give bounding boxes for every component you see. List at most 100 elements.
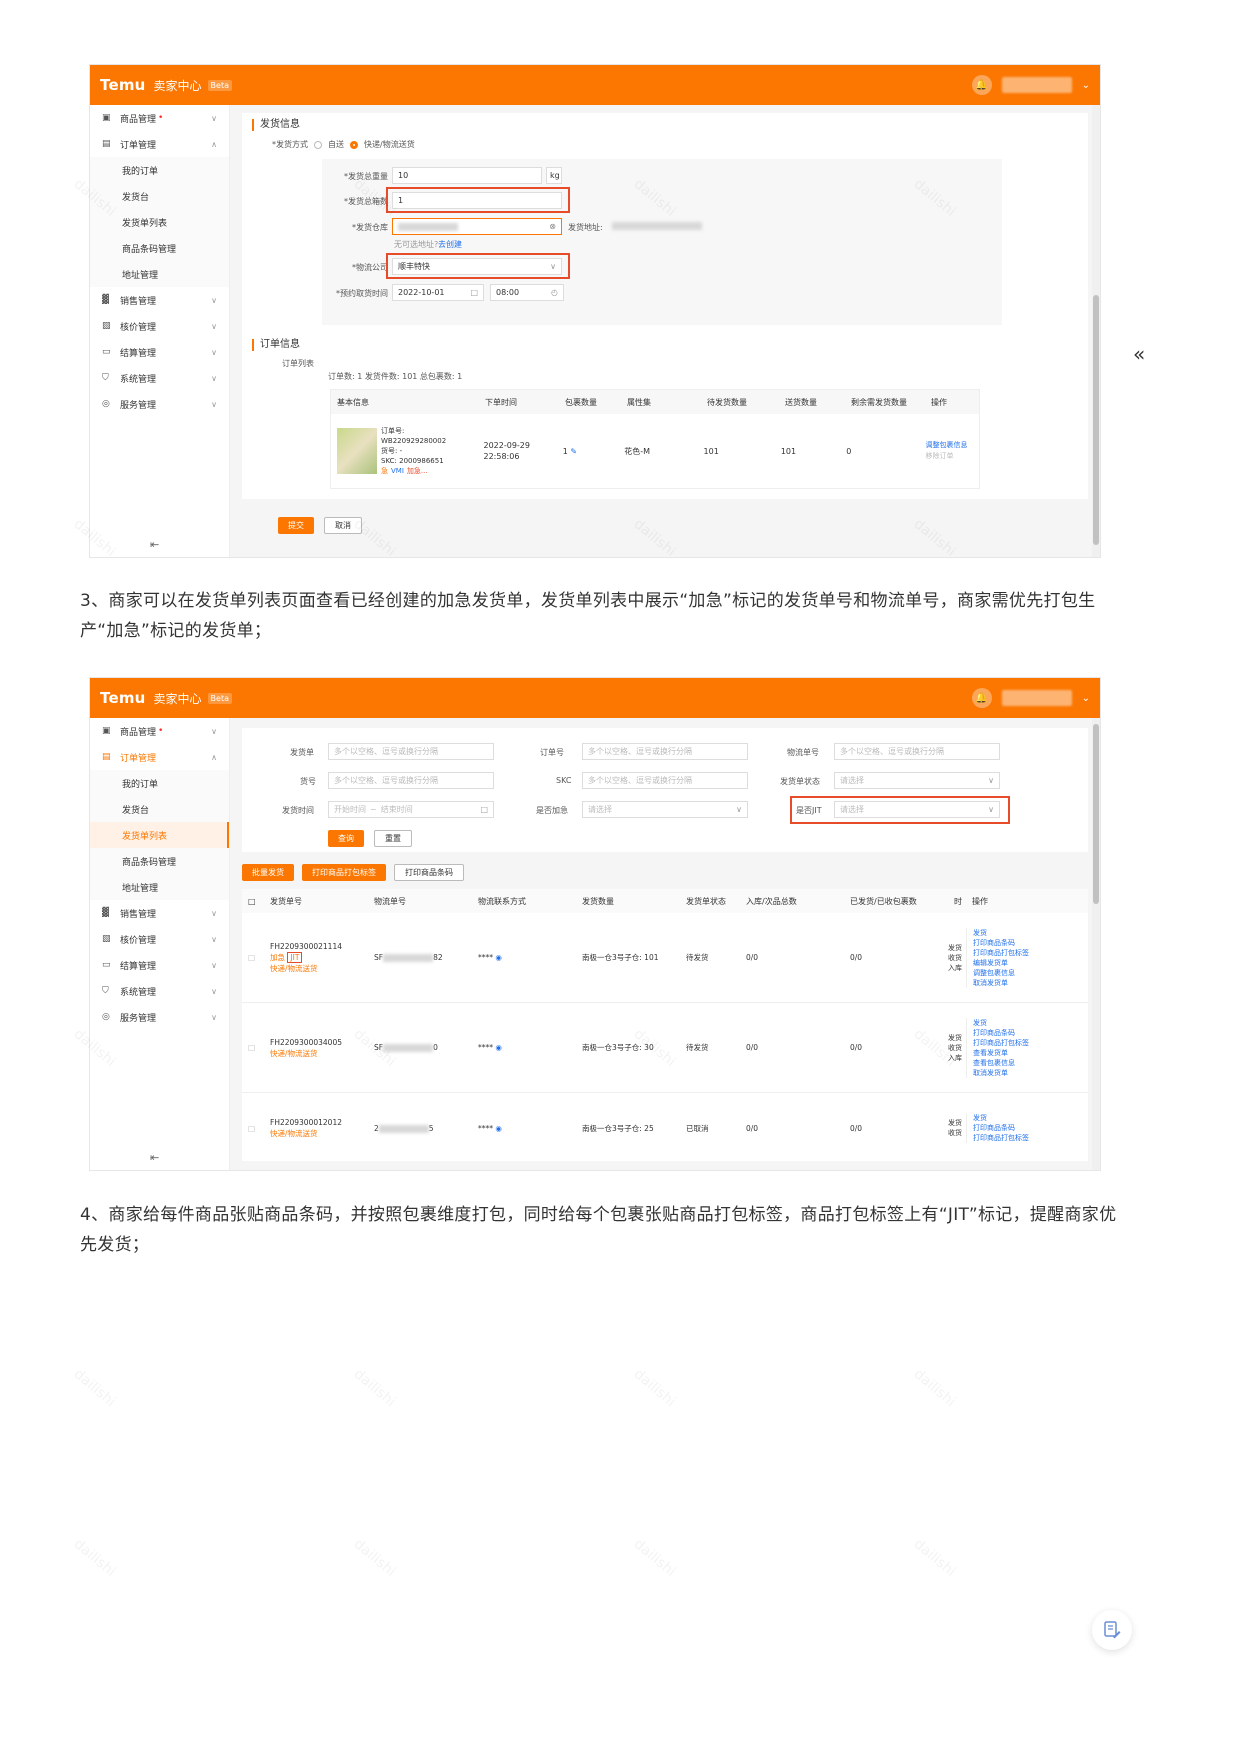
create-address-link[interactable]: 去创建 <box>438 239 462 250</box>
sidebar-sub-ship-desk[interactable]: 发货台 <box>90 183 229 209</box>
query-button[interactable]: 查询 <box>328 830 364 847</box>
filter-goods-no-input[interactable]: 多个以空格、逗号或换行分隔 <box>328 772 494 789</box>
op-print-barcode[interactable]: 打印商品条码 <box>973 1123 1036 1133</box>
inbound-total: 0/0 <box>746 953 759 962</box>
op-print-pkg-label[interactable]: 打印商品打包标签 <box>973 1038 1036 1048</box>
user-account[interactable] <box>1001 77 1072 93</box>
pickup-time-input[interactable]: 08:00 ◴ <box>490 284 564 301</box>
collapse-panel-icon[interactable]: « <box>1133 342 1145 366</box>
filter-status-select[interactable]: 请选择 ∨ <box>834 772 1000 789</box>
reset-button[interactable]: 重置 <box>374 830 412 847</box>
sidebar-sub-barcode[interactable]: 商品条码管理 <box>90 848 229 874</box>
sidebar-item-settle[interactable]: ▭ 结算管理 ∨ <box>90 952 229 978</box>
op-view[interactable]: 查看发货单 <box>973 1048 1036 1058</box>
op-edit[interactable]: 编辑发货单 <box>973 958 1036 968</box>
sidebar-item-sales[interactable]: ▓ 销售管理 ∨ <box>90 287 229 313</box>
batch-ship-button[interactable]: 批量发货 <box>242 864 294 881</box>
scrollbar[interactable] <box>1092 105 1100 557</box>
time-label: 收货 <box>948 953 962 962</box>
edit-icon[interactable]: ✎ <box>570 447 577 456</box>
sidebar-collapse-icon[interactable]: ⇤ <box>150 1151 159 1164</box>
filter-ship-time-range[interactable]: 开始时间 ~ 结束时间 □ <box>328 801 494 818</box>
eye-icon[interactable]: ◉ <box>495 953 502 962</box>
radio-express[interactable] <box>350 140 358 149</box>
op-ship[interactable]: 发货 <box>973 1018 1036 1028</box>
sidebar-sub-my-orders[interactable]: 我的订单 <box>90 157 229 183</box>
user-account[interactable] <box>1001 690 1072 706</box>
op-ship[interactable]: 发货 <box>973 1113 1036 1123</box>
scrollbar-thumb[interactable] <box>1093 724 1099 904</box>
brand-logo[interactable]: Temu <box>100 76 146 94</box>
filter-skc-input[interactable]: 多个以空格、逗号或换行分隔 <box>582 772 748 789</box>
adjust-package-link[interactable]: 调整包裹信息 <box>926 440 973 451</box>
radio-self[interactable] <box>314 140 322 149</box>
filter-urgent-select[interactable]: 请选择 ∨ <box>582 801 748 818</box>
select-all-checkbox[interactable]: □ <box>242 897 264 906</box>
op-print-pkg-label[interactable]: 打印商品打包标签 <box>973 1133 1036 1143</box>
clear-icon[interactable]: ⊗ <box>549 222 556 231</box>
op-print-pkg-label[interactable]: 打印商品打包标签 <box>973 948 1036 958</box>
calendar-icon: □ <box>470 288 478 297</box>
remove-order-link[interactable]: 移除订单 <box>926 451 973 462</box>
filter-logistics-no-input[interactable]: 多个以空格、逗号或换行分隔 <box>834 743 1000 760</box>
screenshot-ship-form: Temu 卖家中心 Beta 🔔 ⌄ ▣ 商品管理 • ∨ ▤ 订单管理 ∧ 我的订单 发… <box>89 64 1101 558</box>
op-ship[interactable]: 发货 <box>973 928 1036 938</box>
sidebar-item-system[interactable]: ⛉ 系统管理 ∨ <box>90 978 229 1004</box>
op-cancel[interactable]: 取消发货单 <box>973 1068 1036 1078</box>
beta-badge: Beta <box>207 692 232 704</box>
row-checkbox[interactable]: □ <box>242 1043 264 1052</box>
pickup-date-input[interactable]: 2022-10-01 □ <box>392 284 484 301</box>
print-pkg-label-button[interactable]: 打印商品打包标签 <box>302 864 386 881</box>
warehouse-select[interactable]: ⊗ <box>392 218 562 235</box>
col-time: 时 <box>954 896 962 906</box>
col-status: 发货单状态 <box>686 896 726 906</box>
row-checkbox[interactable]: □ <box>242 953 264 962</box>
sidebar-item-order[interactable]: ▤ 订单管理 ∧ <box>90 744 229 770</box>
eye-icon[interactable]: ◉ <box>495 1043 502 1052</box>
filter-order-no-input[interactable]: 多个以空格、逗号或换行分隔 <box>582 743 748 760</box>
sidebar-item-settle[interactable]: ▭ 结算管理 ∨ <box>90 339 229 365</box>
brand-logo[interactable]: Temu <box>100 689 146 707</box>
sidebar-sub-address[interactable]: 地址管理 <box>90 874 229 900</box>
chevron-down-icon[interactable]: ⌄ <box>1082 80 1090 91</box>
sidebar-sub-barcode[interactable]: 商品条码管理 <box>90 235 229 261</box>
feedback-button[interactable] <box>1092 1610 1132 1650</box>
op-cancel[interactable]: 取消发货单 <box>973 978 1036 988</box>
sidebar-item-goods[interactable]: ▣ 商品管理 • ∨ <box>90 105 229 131</box>
sidebar-item-sales[interactable]: ▓ 销售管理 ∨ <box>90 900 229 926</box>
sidebar-item-order[interactable]: ▤ 订单管理 ∧ <box>90 131 229 157</box>
total-weight-input[interactable]: 10 <box>392 167 542 184</box>
sidebar-sub-ship-list[interactable]: 发货单列表 <box>90 209 229 235</box>
op-adjust-pkg[interactable]: 调整包裹信息 <box>973 968 1036 978</box>
attr-value: 花色-M <box>624 446 651 456</box>
sidebar-sub-ship-list[interactable]: 发货单列表 <box>90 822 229 848</box>
eye-icon[interactable]: ◉ <box>495 1124 502 1133</box>
sidebar-item-service[interactable]: ◎ 服务管理 ∨ <box>90 1004 229 1030</box>
op-print-barcode[interactable]: 打印商品条码 <box>973 938 1036 948</box>
sidebar: ▣ 商品管理 • ∨ ▤ 订单管理 ∧ 我的订单 发货台 发货单列表 商品条码管理 地址管… <box>90 718 230 1170</box>
bell-icon[interactable]: 🔔 <box>971 75 992 95</box>
sidebar-item-price[interactable]: ▧ 核价管理 ∨ <box>90 313 229 339</box>
op-print-barcode[interactable]: 打印商品条码 <box>973 1028 1036 1038</box>
submit-button[interactable]: 提交 <box>278 517 314 534</box>
chevron-down-icon[interactable]: ⌄ <box>1082 693 1090 704</box>
op-view-pkg[interactable]: 查看包裹信息 <box>973 1058 1036 1068</box>
print-barcode-button[interactable]: 打印商品条码 <box>394 864 464 881</box>
sidebar-collapse-icon[interactable]: ⇤ <box>150 538 159 551</box>
scrollbar-thumb[interactable] <box>1093 295 1099 545</box>
sidebar-item-service[interactable]: ◎ 服务管理 ∨ <box>90 391 229 417</box>
sidebar-sub-my-orders[interactable]: 我的订单 <box>90 770 229 796</box>
bell-icon[interactable]: 🔔 <box>971 688 992 708</box>
scrollbar[interactable] <box>1092 718 1100 1170</box>
ship-info-title: 发货信息 <box>252 119 1078 131</box>
sidebar-item-price[interactable]: ▧ 核价管理 ∨ <box>90 926 229 952</box>
sidebar-sub-address[interactable]: 地址管理 <box>90 261 229 287</box>
row-checkbox[interactable]: □ <box>242 1124 264 1133</box>
time-label: 收货 <box>948 1129 962 1137</box>
tag-urgent: 急 <box>381 467 388 475</box>
filter-ship-no-input[interactable]: 多个以空格、逗号或换行分隔 <box>328 743 494 760</box>
sidebar-item-goods[interactable]: ▣ 商品管理 • ∨ <box>90 718 229 744</box>
sidebar-item-system[interactable]: ⛉ 系统管理 ∨ <box>90 365 229 391</box>
cancel-button[interactable]: 取消 <box>324 517 362 534</box>
sidebar-sub-ship-desk[interactable]: 发货台 <box>90 796 229 822</box>
